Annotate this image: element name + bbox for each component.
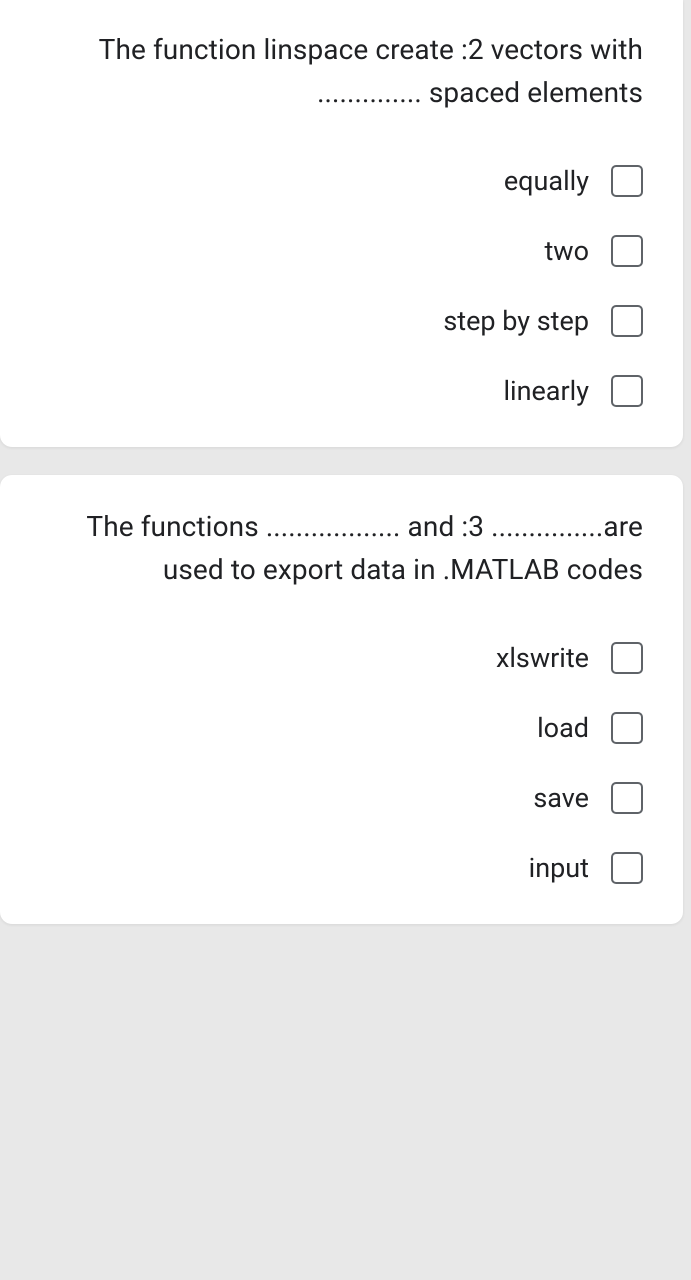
- question-text: The function linspace create :2 vectors …: [30, 28, 643, 115]
- option-label: equally: [504, 165, 589, 197]
- option-label: load: [537, 712, 589, 744]
- checkbox-linearly[interactable]: [611, 375, 643, 407]
- checkbox-equally[interactable]: [611, 165, 643, 197]
- checkbox-step-by-step[interactable]: [611, 305, 643, 337]
- checkbox-save[interactable]: [611, 782, 643, 814]
- option-label: input: [529, 852, 589, 884]
- option-row: equally: [504, 165, 643, 197]
- option-label: step by step: [443, 305, 589, 337]
- question-card-2: The functions .................. and :3 …: [0, 475, 683, 924]
- option-row: two: [544, 235, 643, 267]
- checkbox-load[interactable]: [611, 712, 643, 744]
- question-text: The functions .................. and :3 …: [30, 505, 643, 592]
- option-label: save: [533, 782, 589, 814]
- option-label: linearly: [503, 375, 589, 407]
- checkbox-two[interactable]: [611, 235, 643, 267]
- option-row: input: [529, 852, 643, 884]
- checkbox-xlswrite[interactable]: [611, 642, 643, 674]
- option-row: load: [537, 712, 643, 744]
- options-list: equally two step by step linearly: [30, 165, 643, 407]
- checkbox-input[interactable]: [611, 852, 643, 884]
- options-list: xlswrite load save input: [30, 642, 643, 884]
- option-row: linearly: [503, 375, 643, 407]
- option-label: xlswrite: [496, 642, 589, 674]
- option-row: step by step: [443, 305, 643, 337]
- question-card-1: The function linspace create :2 vectors …: [0, 0, 683, 447]
- option-row: save: [533, 782, 643, 814]
- option-label: two: [544, 235, 589, 267]
- option-row: xlswrite: [496, 642, 643, 674]
